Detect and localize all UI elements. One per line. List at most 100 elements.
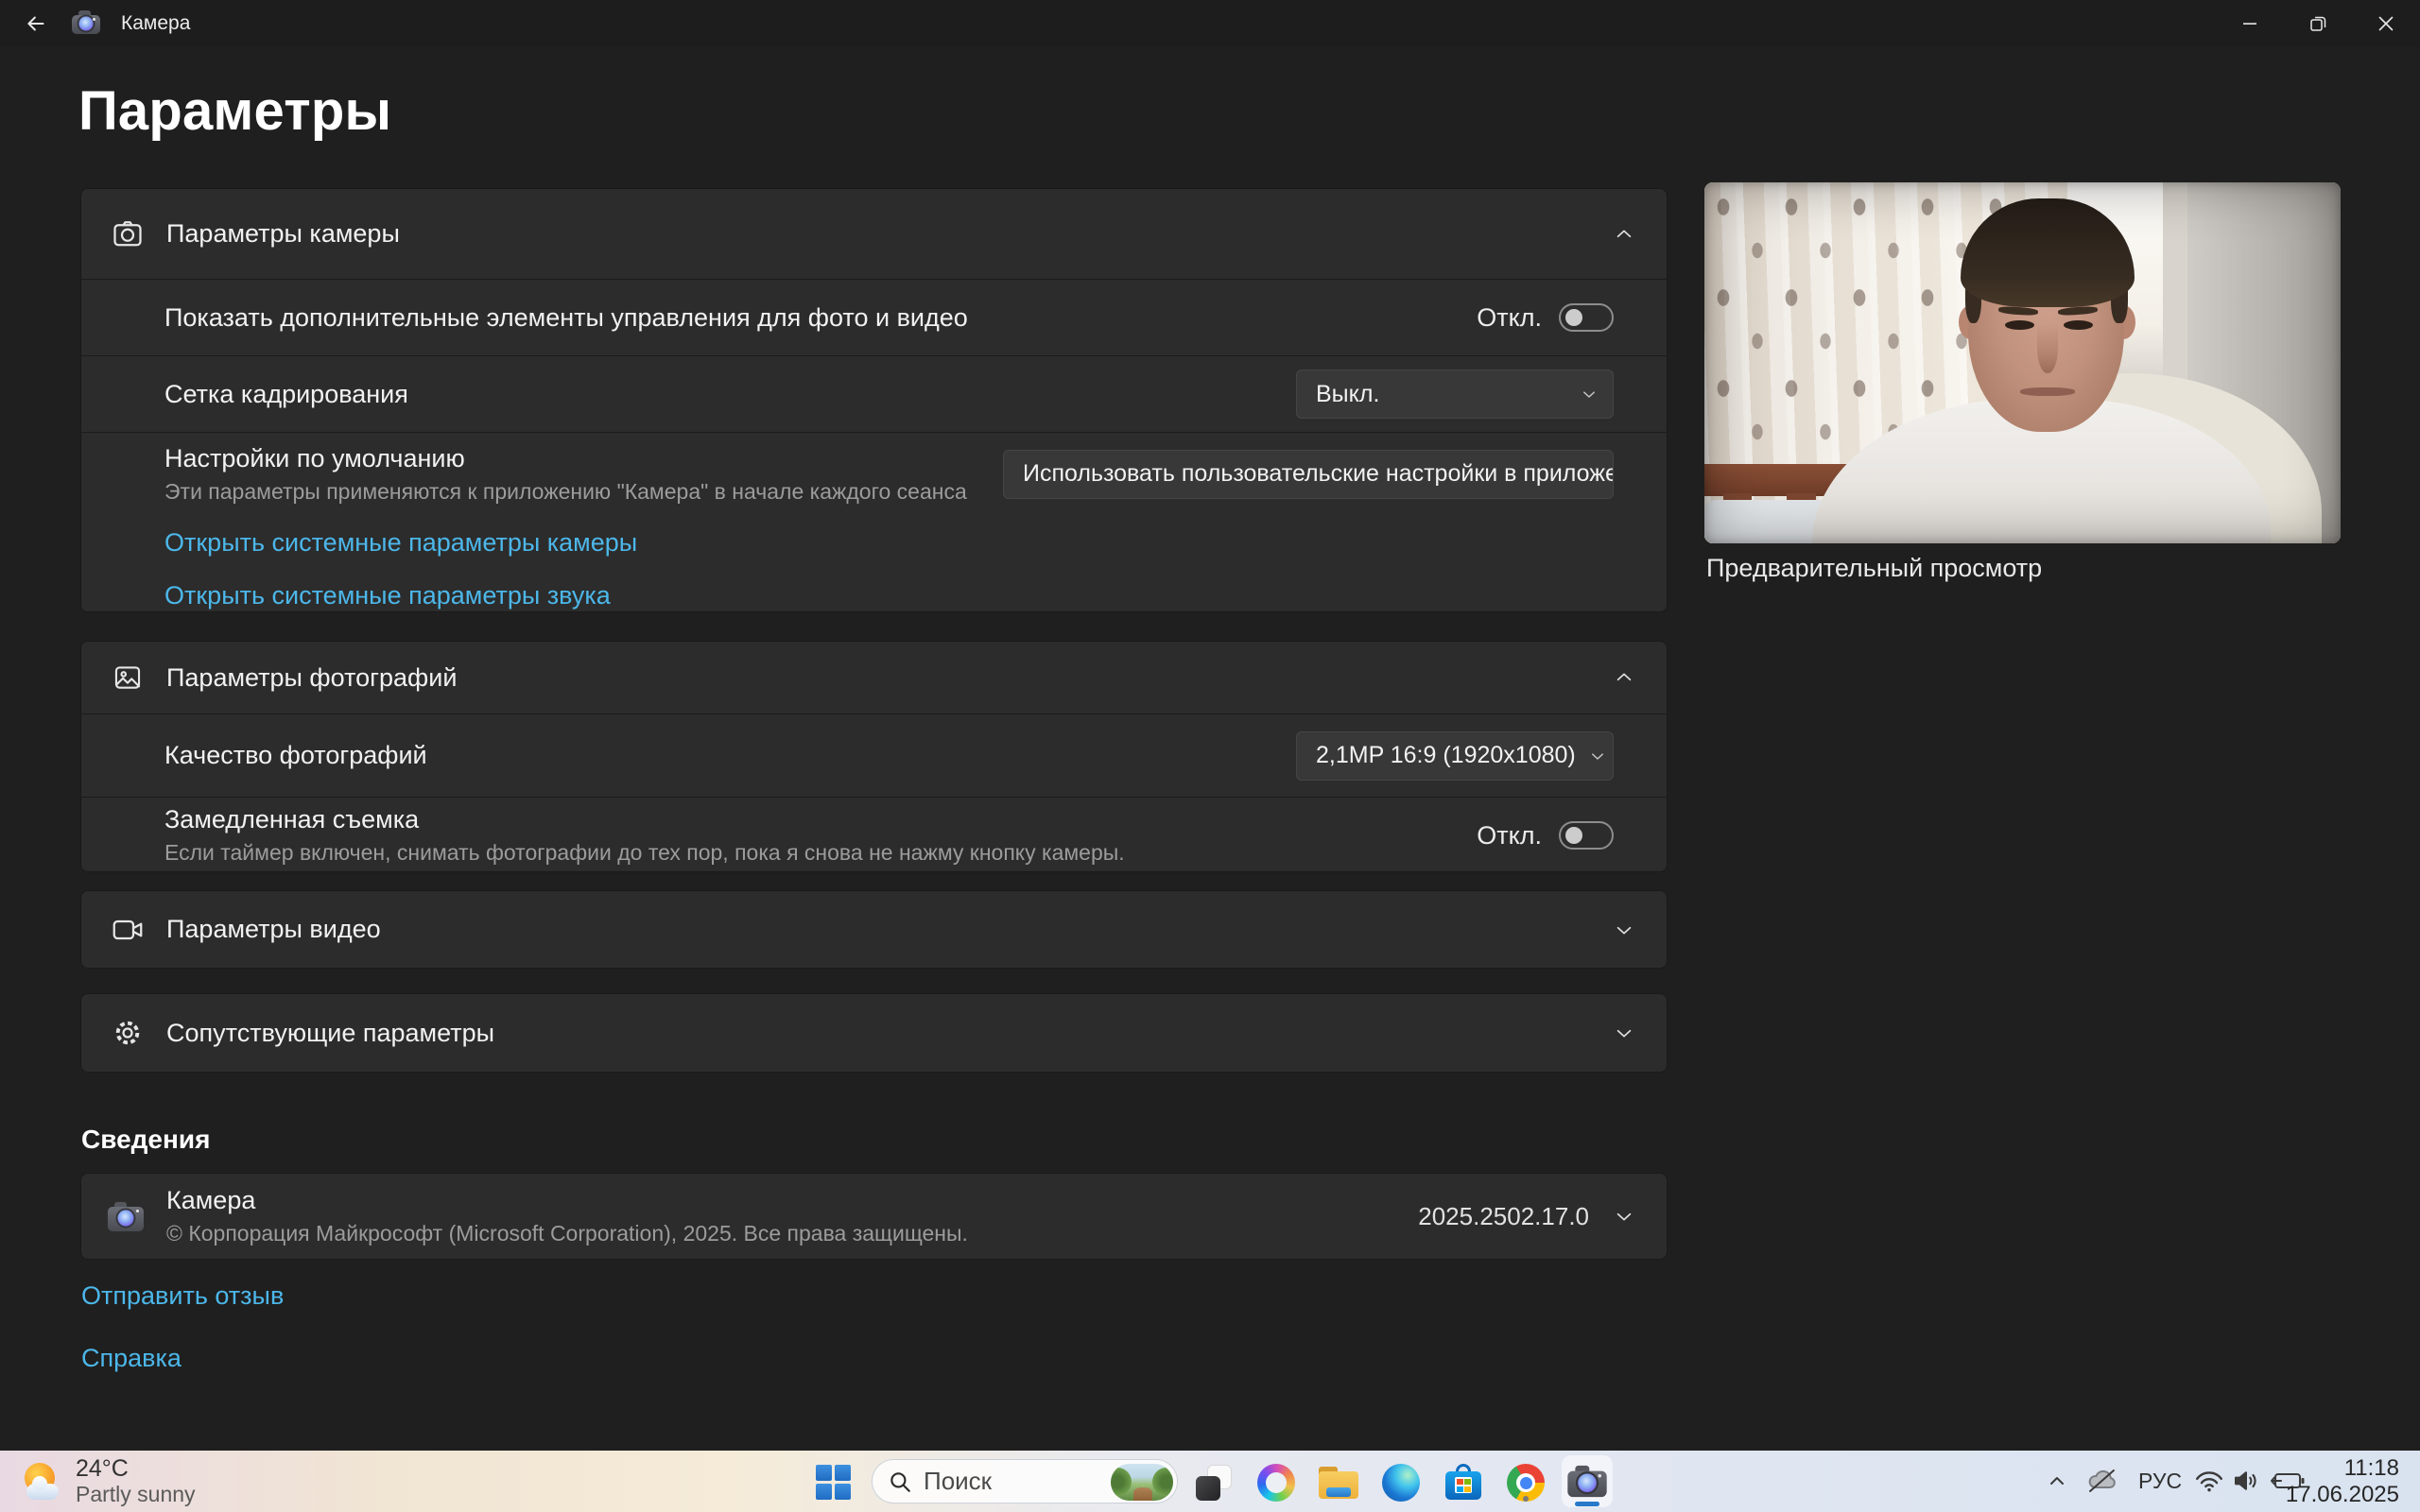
extra-controls-state: Откл. — [1477, 303, 1542, 333]
camera-app-icon — [1567, 1466, 1606, 1497]
back-arrow-icon — [24, 11, 48, 36]
camera-settings-card: Параметры камеры Показать дополнительные… — [80, 188, 1668, 612]
chevron-down-icon — [1614, 919, 1634, 940]
video-settings-card: Параметры видео — [80, 890, 1668, 969]
wifi-icon — [2195, 1469, 2223, 1493]
camera-app-icon — [72, 10, 100, 34]
open-system-camera-settings-link[interactable]: Открыть системные параметры камеры — [164, 528, 1667, 558]
camera-preview-image — [1704, 182, 2341, 543]
photo-icon — [110, 662, 146, 694]
speaker-icon — [2233, 1469, 2261, 1493]
clock[interactable]: 11:18 17.06.2025 — [2286, 1455, 2399, 1508]
weather-widget[interactable]: 24°C Partly sunny — [19, 1456, 196, 1506]
video-settings-title: Параметры видео — [166, 915, 381, 944]
photo-settings-expander[interactable]: Параметры фотографий — [81, 642, 1667, 713]
system-links-block: Открыть системные параметры камеры Откры… — [81, 515, 1667, 612]
photo-quality-row: Качество фотографий 2,1MP 16:9 (1920x108… — [81, 713, 1667, 797]
timelapse-description: Если таймер включен, снимать фотографии … — [164, 840, 1448, 866]
weather-temperature: 24°C — [76, 1456, 196, 1482]
default-settings-description: Эти параметры применяются к приложению "… — [164, 479, 975, 505]
camera-app-icon — [108, 1202, 144, 1231]
clock-time: 11:18 — [2286, 1455, 2399, 1482]
chrome-button[interactable] — [1505, 1462, 1547, 1503]
onedrive-paused-button[interactable] — [2082, 1464, 2123, 1498]
framing-grid-label: Сетка кадрирования — [164, 380, 408, 408]
about-app-name: Камера — [166, 1186, 1418, 1215]
edge-button[interactable] — [1380, 1462, 1422, 1503]
framing-grid-value: Выкл. — [1316, 381, 1379, 408]
start-button[interactable] — [813, 1462, 855, 1503]
minimize-button[interactable] — [2216, 0, 2284, 47]
partly-sunny-icon — [19, 1458, 66, 1505]
chevron-down-icon — [1581, 386, 1598, 403]
camera-icon — [110, 217, 146, 251]
default-settings-dropdown[interactable]: Использовать пользовательские настройки … — [1003, 450, 1614, 499]
close-button[interactable] — [2352, 0, 2420, 47]
microsoft-store-button[interactable] — [1443, 1462, 1484, 1503]
default-settings-label: Настройки по умолчанию — [164, 444, 975, 473]
about-version: 2025.2502.17.0 — [1418, 1202, 1589, 1231]
chevron-up-icon — [1614, 667, 1634, 688]
send-feedback-link[interactable]: Отправить отзыв — [81, 1281, 284, 1311]
taskbar-search[interactable] — [872, 1459, 1178, 1503]
photo-quality-value: 2,1MP 16:9 (1920x1080) — [1316, 742, 1576, 769]
extra-controls-label: Показать дополнительные элементы управле… — [164, 303, 968, 332]
chevron-down-icon — [1614, 1022, 1634, 1043]
extra-controls-row: Показать дополнительные элементы управле… — [81, 279, 1667, 355]
timelapse-toggle[interactable] — [1559, 821, 1614, 850]
timelapse-state: Откл. — [1477, 821, 1542, 850]
timelapse-row: Замедленная съемка Если таймер включен, … — [81, 797, 1667, 872]
task-view-button[interactable] — [1193, 1462, 1235, 1503]
active-app-indicator — [1575, 1502, 1599, 1506]
related-settings-expander[interactable]: Сопутствующие параметры — [81, 994, 1667, 1072]
file-explorer-button[interactable] — [1318, 1462, 1359, 1503]
edge-icon — [1382, 1464, 1420, 1502]
chevron-down-icon — [1614, 1206, 1634, 1227]
onedrive-cloud-slash-icon — [2085, 1467, 2119, 1495]
related-settings-card: Сопутствующие параметры — [80, 993, 1668, 1073]
open-system-sound-settings-link[interactable]: Открыть системные параметры звука — [164, 581, 1667, 610]
framing-grid-dropdown[interactable]: Выкл. — [1296, 369, 1614, 419]
task-view-icon — [1193, 1462, 1235, 1503]
tray-overflow-button[interactable] — [2040, 1464, 2074, 1498]
about-heading: Сведения — [81, 1125, 210, 1155]
search-icon — [888, 1469, 912, 1494]
framing-grid-row: Сетка кадрирования Выкл. — [81, 355, 1667, 432]
gear-icon — [110, 1016, 146, 1050]
search-highlight-image[interactable] — [1111, 1464, 1173, 1501]
close-icon — [2376, 13, 2396, 34]
chevron-up-icon — [2046, 1469, 2068, 1492]
about-card[interactable]: Камера © Корпорация Майкрософт (Microsof… — [80, 1173, 1668, 1260]
windows-logo-icon — [816, 1465, 852, 1501]
preview-caption: Предварительный просмотр — [1706, 554, 2042, 583]
video-icon — [110, 913, 146, 947]
search-input[interactable] — [924, 1467, 1065, 1496]
camera-app-window: Камера Параметры Параметры камеры — [0, 0, 2420, 1512]
back-button[interactable] — [15, 4, 57, 43]
language-indicator[interactable]: РУС — [2138, 1469, 2182, 1494]
timelapse-label: Замедленная съемка — [164, 805, 1448, 834]
folder-icon — [1319, 1467, 1358, 1499]
taskbar: 24°C Partly sunny — [0, 1451, 2420, 1512]
page-title: Параметры — [78, 79, 391, 143]
minimize-icon — [2239, 13, 2260, 34]
restore-button[interactable] — [2284, 0, 2352, 47]
extra-controls-toggle[interactable] — [1559, 303, 1614, 332]
running-indicator-dot — [1523, 1496, 1529, 1502]
photo-quality-dropdown[interactable]: 2,1MP 16:9 (1920x1080) — [1296, 731, 1614, 781]
camera-taskbar-button[interactable] — [1562, 1455, 1613, 1507]
window-controls — [2216, 0, 2420, 47]
chevron-down-icon — [1589, 747, 1606, 765]
wifi-button[interactable] — [2191, 1464, 2227, 1498]
help-link[interactable]: Справка — [81, 1344, 182, 1373]
default-settings-row: Настройки по умолчанию Эти параметры при… — [81, 432, 1667, 515]
photo-quality-label: Качество фотографий — [164, 741, 427, 769]
store-icon — [1445, 1464, 1481, 1502]
photo-settings-title: Параметры фотографий — [166, 663, 457, 693]
camera-settings-expander[interactable]: Параметры камеры — [81, 189, 1667, 279]
camera-settings-title: Параметры камеры — [166, 219, 400, 249]
video-settings-expander[interactable]: Параметры видео — [81, 891, 1667, 968]
volume-button[interactable] — [2229, 1464, 2265, 1498]
chevron-up-icon — [1614, 224, 1634, 245]
copilot-button[interactable] — [1255, 1462, 1297, 1503]
